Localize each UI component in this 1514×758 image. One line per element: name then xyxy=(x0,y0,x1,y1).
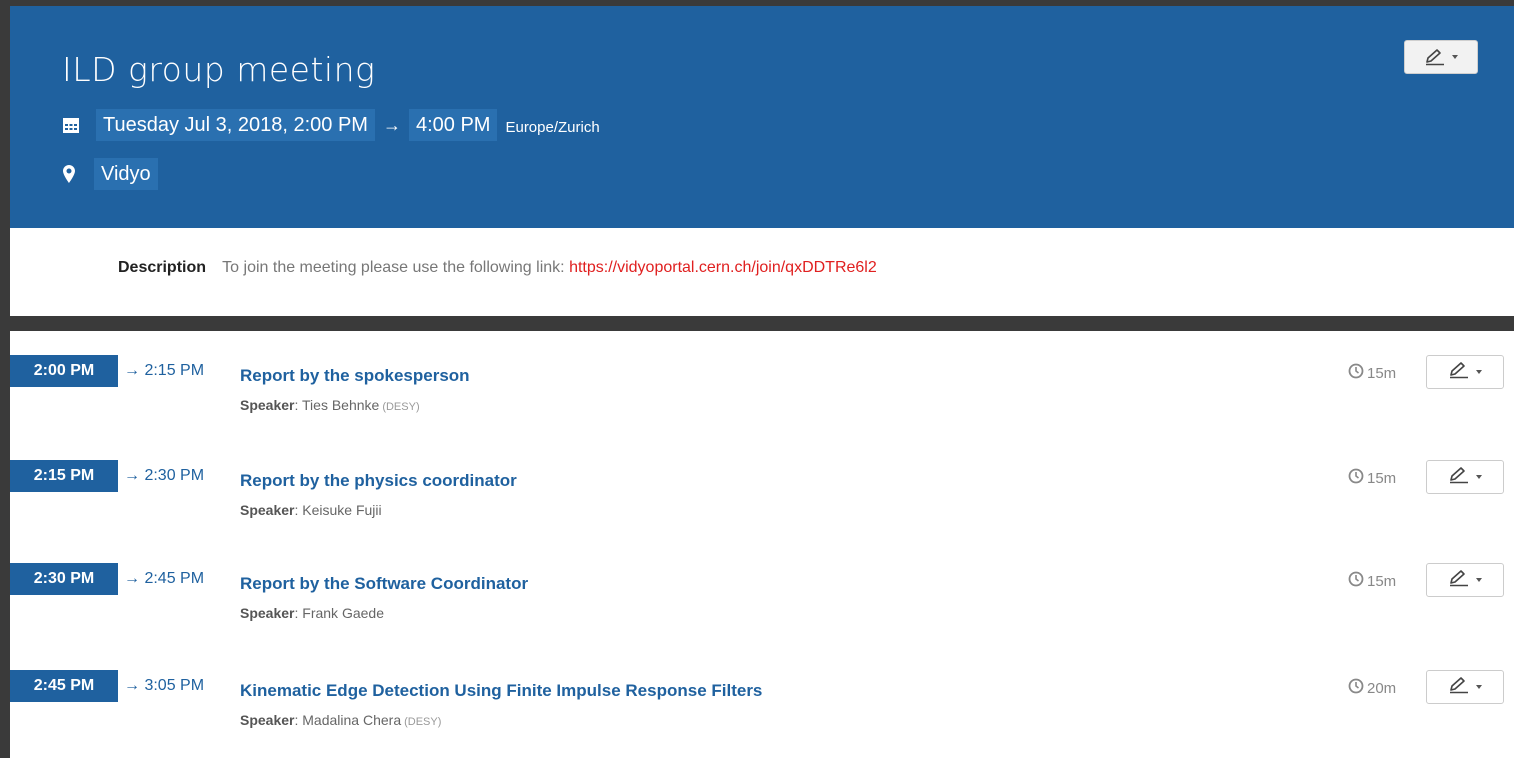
pencil-icon xyxy=(1448,361,1470,384)
pencil-icon xyxy=(1448,466,1470,489)
calendar-icon xyxy=(62,116,80,134)
chevron-down-icon xyxy=(1476,578,1482,582)
entry-speaker: Speaker: Frank Gaede xyxy=(240,605,384,621)
pencil-icon xyxy=(1448,569,1470,592)
duration-text: 20m xyxy=(1367,679,1397,697)
speaker-label: Speaker xyxy=(240,397,295,413)
chevron-down-icon xyxy=(1476,475,1482,479)
section-separator xyxy=(10,316,1514,331)
date-arrow: → xyxy=(382,114,401,135)
clock-icon xyxy=(1348,468,1364,488)
description-text: To join the meeting please use the follo… xyxy=(222,259,565,276)
event-timezone: Europe/Zurich xyxy=(505,118,600,136)
chevron-down-icon xyxy=(1476,370,1482,374)
duration-text: 15m xyxy=(1367,364,1397,382)
clock-icon xyxy=(1348,678,1364,698)
pencil-icon xyxy=(1424,48,1446,66)
entry-start-time: 2:00 PM xyxy=(10,355,118,387)
entry-edit-button[interactable] xyxy=(1426,670,1504,704)
event-location[interactable]: Vidyo xyxy=(94,158,158,190)
vidyo-join-link[interactable]: https://vidyoportal.cern.ch/join/qxDDTRe… xyxy=(569,259,877,276)
speaker-name: Frank Gaede xyxy=(302,605,384,621)
entry-duration: 15m xyxy=(1348,363,1396,383)
event-edit-button[interactable] xyxy=(1404,40,1478,74)
entry-title-link[interactable]: Report by the spokesperson xyxy=(240,366,470,386)
speaker-affiliation: (DESY) xyxy=(382,401,420,413)
description-row: Description To join the meeting please u… xyxy=(118,259,877,277)
speaker-name: Madalina Chera xyxy=(302,712,402,728)
duration-text: 15m xyxy=(1367,469,1397,487)
chevron-down-icon xyxy=(1476,685,1482,689)
entry-speaker: Speaker: Ties Behnke (DESY) xyxy=(240,397,420,413)
entry-start-time: 2:30 PM xyxy=(10,563,118,595)
duration-text: 15m xyxy=(1367,572,1397,590)
entry-edit-button[interactable] xyxy=(1426,563,1504,597)
event-end-time[interactable]: 4:00 PM xyxy=(408,109,498,141)
chevron-down-icon xyxy=(1452,55,1458,59)
description-label: Description xyxy=(118,259,207,276)
description-section: Description To join the meeting please u… xyxy=(10,228,1514,316)
map-pin-icon xyxy=(62,165,76,183)
timetable-entry: 2:15 PM → 2:30 PM Report by the physics … xyxy=(10,436,1514,518)
event-location-row: Vidyo xyxy=(62,157,158,191)
event-header: ILD group meeting Tuesday Jul 3, 2018, 2… xyxy=(10,6,1514,228)
entry-duration: 15m xyxy=(1348,571,1396,591)
event-date-row: Tuesday Jul 3, 2018, 2:00 PM → 4:00 PM E… xyxy=(62,108,600,142)
timetable-entry: 2:00 PM → 2:15 PM Report by the spokespe… xyxy=(10,331,1514,413)
entry-title-link[interactable]: Report by the physics coordinator xyxy=(240,471,517,491)
pencil-icon xyxy=(1448,676,1470,699)
entry-duration: 20m xyxy=(1348,678,1396,698)
timetable: 2:00 PM → 2:15 PM Report by the spokespe… xyxy=(10,331,1514,758)
event-page: ILD group meeting Tuesday Jul 3, 2018, 2… xyxy=(10,6,1514,758)
entry-title-link[interactable]: Report by the Software Coordinator xyxy=(240,574,528,594)
entry-end-time: → 2:45 PM xyxy=(124,570,205,587)
entry-end-time: → 3:05 PM xyxy=(124,677,205,694)
event-start-datetime[interactable]: Tuesday Jul 3, 2018, 2:00 PM xyxy=(96,109,375,141)
timetable-entry: 2:30 PM → 2:45 PM Report by the Software… xyxy=(10,539,1514,621)
entry-speaker: Speaker: Keisuke Fujii xyxy=(240,502,382,518)
timetable-entry: 2:45 PM → 3:05 PM Kinematic Edge Detecti… xyxy=(10,646,1514,728)
entry-end-time: → 2:30 PM xyxy=(124,467,205,484)
speaker-label: Speaker xyxy=(240,605,295,621)
entry-start-time: 2:15 PM xyxy=(10,460,118,492)
entry-end-time: → 2:15 PM xyxy=(124,362,205,379)
entry-duration: 15m xyxy=(1348,468,1396,488)
speaker-name: Keisuke Fujii xyxy=(302,502,382,518)
event-title: ILD group meeting xyxy=(62,50,376,89)
entry-edit-button[interactable] xyxy=(1426,460,1504,494)
clock-icon xyxy=(1348,571,1364,591)
speaker-label: Speaker xyxy=(240,712,295,728)
entry-title-link[interactable]: Kinematic Edge Detection Using Finite Im… xyxy=(240,681,762,701)
speaker-label: Speaker xyxy=(240,502,295,518)
entry-speaker: Speaker: Madalina Chera (DESY) xyxy=(240,712,442,728)
entry-start-time: 2:45 PM xyxy=(10,670,118,702)
entry-edit-button[interactable] xyxy=(1426,355,1504,389)
speaker-name: Ties Behnke xyxy=(302,397,380,413)
clock-icon xyxy=(1348,363,1364,383)
speaker-affiliation: (DESY) xyxy=(404,716,442,728)
